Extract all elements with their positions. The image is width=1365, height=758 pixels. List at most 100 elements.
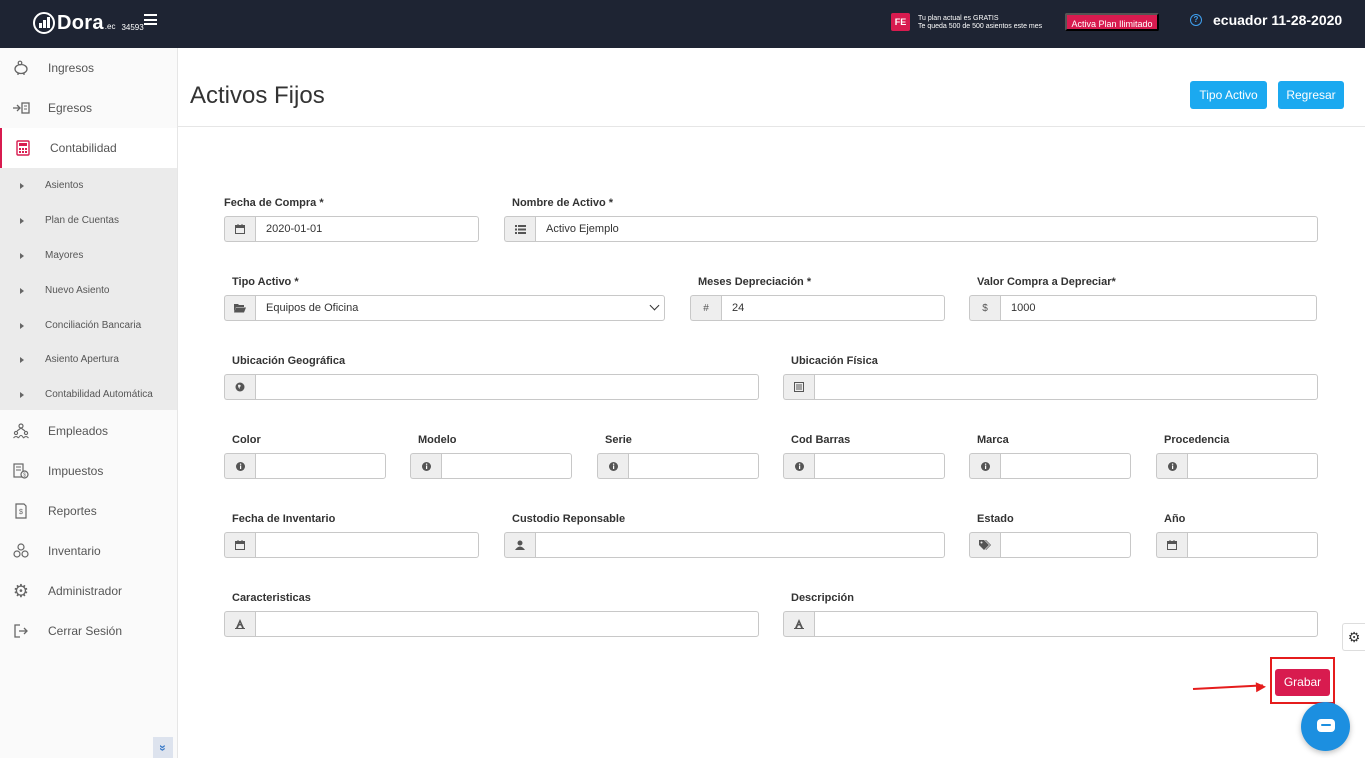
valor-compra-group: $ 1000 [969, 295, 1317, 321]
sidebar-item-ingresos[interactable]: Ingresos [0, 48, 177, 88]
tipo-activo-button[interactable]: Tipo Activo [1190, 81, 1267, 109]
caret-right-icon [20, 182, 24, 189]
info-icon [969, 453, 1000, 479]
country-date: ecuador 11-28-2020 [1213, 12, 1343, 28]
chat-widget-icon[interactable] [1301, 702, 1350, 751]
submenu-item-asiento-apertura[interactable]: Asiento Apertura [0, 342, 177, 377]
tipo-activo-select[interactable]: Equipos de Oficina [255, 295, 665, 321]
sidebar-item-label: Administrador [48, 584, 123, 598]
color-input[interactable] [255, 453, 386, 479]
folder-open-icon [224, 295, 255, 321]
logo[interactable]: Dora .ec 34593 [33, 12, 144, 34]
modelo-label: Modelo [418, 434, 457, 446]
modelo-input[interactable] [441, 453, 572, 479]
estado-group [969, 532, 1131, 558]
meses-depreciacion-input[interactable]: 24 [721, 295, 945, 321]
hamburger-menu-icon[interactable] [144, 14, 157, 25]
sidebar-item-label: Empleados [48, 424, 109, 438]
submenu-item-nuevo-asiento[interactable]: Nuevo Asiento [0, 273, 177, 308]
info-icon [783, 453, 814, 479]
logo-text: Dora [57, 12, 104, 34]
logout-icon [12, 622, 30, 640]
nombre-activo-label: Nombre de Activo * [512, 197, 614, 209]
sidebar-item-impuestos[interactable]: $ Impuestos [0, 451, 177, 491]
ubicacion-fisica-input[interactable] [814, 374, 1318, 400]
submenu-label: Plan de Cuentas [45, 215, 119, 226]
ubicacion-fisica-group [783, 374, 1318, 400]
text-font-icon [783, 611, 814, 637]
anio-input[interactable] [1187, 532, 1318, 558]
caret-right-icon [20, 391, 24, 398]
custodio-label: Custodio Reponsable [512, 513, 626, 525]
descripcion-input[interactable] [814, 611, 1318, 637]
descripcion-label: Descripción [791, 592, 854, 604]
procedencia-group [1156, 453, 1318, 479]
plan-info: Tu plan actual es GRATIS Te queda 500 de… [918, 15, 1042, 31]
tags-icon [969, 532, 1000, 558]
activa-plan-button[interactable]: Activa Plan Ilimitado [1065, 13, 1159, 31]
submenu-item-mayores[interactable]: Mayores [0, 238, 177, 273]
sidebar-item-cerrar-sesion[interactable]: Cerrar Sesión [0, 611, 177, 651]
piggy-bank-icon [12, 59, 30, 77]
color-group [224, 453, 386, 479]
submenu-label: Nuevo Asiento [45, 285, 110, 296]
collapse-sidebar-icon[interactable]: » [153, 737, 173, 758]
fecha-inventario-input[interactable] [255, 532, 479, 558]
serie-input[interactable] [628, 453, 759, 479]
sidebar-item-inventario[interactable]: Inventario [0, 531, 177, 571]
logo-chart-icon [33, 12, 55, 34]
annotation-arrow-line [1192, 684, 1263, 690]
procedencia-input[interactable] [1187, 453, 1318, 479]
help-icon[interactable]: ? [1190, 14, 1202, 26]
ubicacion-geografica-input[interactable] [255, 374, 759, 400]
marca-input[interactable] [1000, 453, 1131, 479]
submenu-label: Asientos [45, 180, 84, 191]
grabar-button[interactable]: Grabar [1275, 669, 1330, 696]
sidebar-item-reportes[interactable]: $ Reportes [0, 491, 177, 531]
fecha-compra-input[interactable]: 2020-01-01 [255, 216, 479, 242]
valor-compra-input[interactable]: 1000 [1000, 295, 1317, 321]
sidebar-item-contabilidad[interactable]: Contabilidad [0, 128, 177, 168]
user-icon [504, 532, 535, 558]
list-icon [504, 216, 535, 242]
sidebar-item-egresos[interactable]: Egresos [0, 88, 177, 128]
calendar-icon [224, 216, 255, 242]
calculator-icon [14, 139, 32, 157]
ubicacion-geografica-label: Ubicación Geográfica [232, 355, 346, 367]
valor-compra-label: Valor Compra a Depreciar* [977, 276, 1116, 288]
sidebar-item-label: Egresos [48, 101, 93, 115]
sidebar-item-label: Cerrar Sesión [48, 624, 123, 638]
color-label: Color [232, 434, 261, 446]
sidebar-item-label: Reportes [48, 504, 97, 518]
report-icon: $ [12, 502, 30, 520]
submenu-item-plan-de-cuentas[interactable]: Plan de Cuentas [0, 203, 177, 238]
caret-right-icon [20, 252, 24, 259]
submenu-label: Contabilidad Automática [45, 389, 153, 400]
cod-barras-input[interactable] [814, 453, 945, 479]
regresar-button[interactable]: Regresar [1278, 81, 1344, 109]
fecha-inventario-group [224, 532, 479, 558]
svg-text:$: $ [19, 509, 23, 516]
estado-label: Estado [977, 513, 1014, 525]
cod-barras-group [783, 453, 945, 479]
settings-gear-icon[interactable]: ⚙ [1342, 623, 1365, 651]
nombre-activo-input[interactable]: Activo Ejemplo [535, 216, 1318, 242]
caracteristicas-input[interactable] [255, 611, 759, 637]
fe-badge[interactable]: FE [891, 13, 910, 31]
page-title: Activos Fijos [190, 82, 325, 109]
calendar-icon [1156, 532, 1187, 558]
submenu-item-contabilidad-automatica[interactable]: Contabilidad Automática [0, 377, 177, 412]
inventory-icon [12, 542, 30, 560]
info-icon [1156, 453, 1187, 479]
fecha-inventario-label: Fecha de Inventario [232, 513, 336, 525]
hash-icon: # [690, 295, 721, 321]
submenu-label: Conciliación Bancaria [45, 320, 142, 331]
sidebar-item-administrador[interactable]: ⚙ Administrador [0, 571, 177, 611]
plan-line-2: Te queda 500 de 500 asientos este mes [918, 23, 1043, 30]
meses-depreciacion-group: # 24 [690, 295, 945, 321]
submenu-item-conciliacion-bancaria[interactable]: Conciliación Bancaria [0, 308, 177, 343]
sidebar-item-empleados[interactable]: Empleados [0, 411, 177, 451]
estado-input[interactable] [1000, 532, 1131, 558]
submenu-item-asientos[interactable]: Asientos [0, 168, 177, 203]
custodio-input[interactable] [535, 532, 945, 558]
